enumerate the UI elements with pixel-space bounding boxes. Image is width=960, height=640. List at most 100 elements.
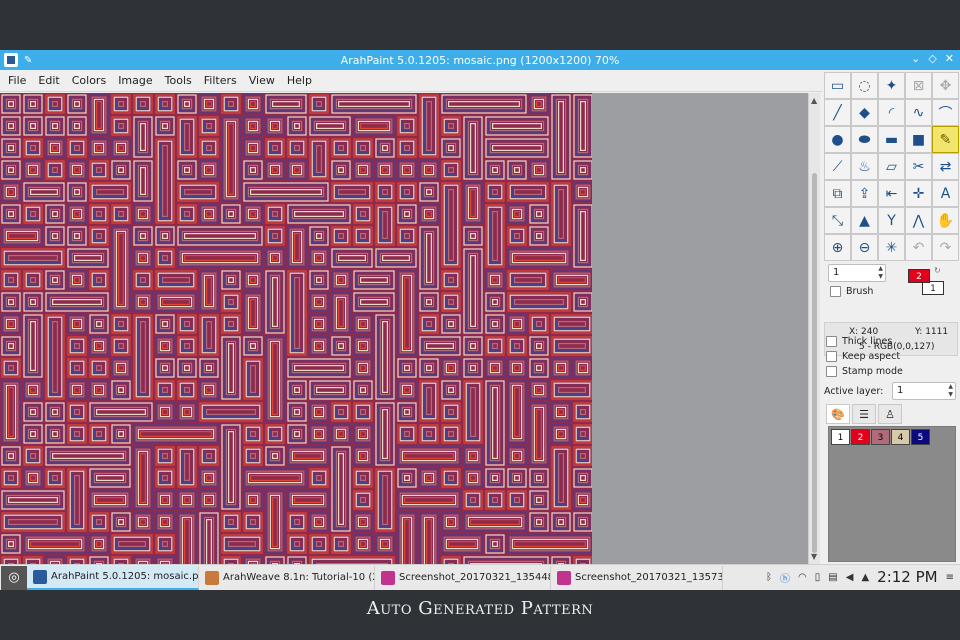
center-tool-icon[interactable]: ✛ — [905, 180, 932, 207]
symmetry-tool-icon[interactable]: Y — [878, 207, 905, 234]
crop-tool-icon[interactable]: ⊠ — [905, 72, 932, 99]
menu-image[interactable]: Image — [112, 74, 158, 87]
compass-tool-icon[interactable]: ⋀ — [905, 207, 932, 234]
brush-label: Brush — [846, 286, 874, 297]
thick-lines-checkbox[interactable] — [826, 336, 837, 347]
redo-tool-icon[interactable]: ↷ — [932, 234, 959, 261]
pencil-tool-icon[interactable]: ✎ — [932, 126, 959, 153]
bezier-tool-icon[interactable]: ⌒ — [932, 99, 959, 126]
mirror-tool-icon[interactable]: ⧉ — [824, 180, 851, 207]
layer-spin-arrows-icon[interactable]: ▲ ▼ — [948, 383, 953, 399]
magic-wand-tool-icon[interactable]: ✦ — [878, 72, 905, 99]
scroll-thumb[interactable] — [812, 173, 817, 553]
task-label: ArahWeave 8.1n: Tutorial-10 (200... — [223, 572, 374, 583]
palette-color-5[interactable]: 5 — [911, 429, 930, 445]
menu-colors[interactable]: Colors — [66, 74, 112, 87]
background-color[interactable]: 1 — [922, 281, 944, 295]
zoom-out-tool-icon[interactable]: ⊖ — [851, 234, 878, 261]
line-tool-icon[interactable]: ╱ — [824, 99, 851, 126]
tool-panel: ▭ ◌ ✦ ⊠ ✥ ╱ ◆ ◜ ∿ ⌒ ● ⬬ ▬ ■ ✎ ⟋ ♨ ▱ ✂ ⇄ ⧉ ⇪ ⇤ ✛ A ⤡ ▲ Y ⋀ ✋ ⊕ ⊖ ✳ ↶ ↷ 1 ▲ ▼… — [822, 70, 960, 564]
active-layer-spinbox[interactable]: 1 ▲ ▼ — [892, 382, 956, 400]
active-layer-value: 1 — [897, 385, 904, 396]
taskbar-task[interactable]: ArahPaint 5.0.1205: mosaic.png ... — [27, 565, 199, 590]
scissors-tool-icon[interactable]: ✂ — [905, 153, 932, 180]
palette-color-3[interactable]: 3 — [871, 429, 890, 445]
title-bar[interactable]: ✎ ArahPaint 5.0.1205: mosaic.png (1200x1… — [0, 50, 960, 70]
text-tool-a-icon[interactable]: ⇪ — [851, 180, 878, 207]
taskbar-task[interactable]: ArahWeave 8.1n: Tutorial-10 (200... — [199, 565, 375, 590]
volume-icon[interactable]: ◀ — [846, 572, 854, 583]
taskbar-task[interactable]: Screenshot_20170321_135448.p... — [375, 565, 551, 590]
palette-color-1[interactable]: 1 — [831, 429, 850, 445]
keep-aspect-checkbox[interactable] — [826, 351, 837, 362]
bluetooth-icon[interactable]: ᛒ — [766, 572, 772, 583]
menu-filters[interactable]: Filters — [198, 74, 243, 87]
move-left-tool-icon[interactable]: ⇤ — [878, 180, 905, 207]
battery-icon[interactable]: ▯ — [815, 572, 821, 583]
move-tool-icon[interactable]: ✥ — [932, 72, 959, 99]
resize-tool-icon[interactable]: ⤡ — [824, 207, 851, 234]
clock[interactable]: 2:12 PM — [877, 568, 937, 586]
tab-stamp-icon[interactable]: ♙ — [878, 404, 902, 424]
replace-color-tool-icon[interactable]: ⇄ — [932, 153, 959, 180]
clipboard-icon[interactable]: ▤ — [828, 572, 837, 583]
palette-color-4[interactable]: 4 — [891, 429, 910, 445]
spin-arrows-icon[interactable]: ▲ ▼ — [878, 265, 883, 281]
brush-size-spinbox[interactable]: 1 ▲ ▼ — [828, 264, 886, 282]
active-layer-label: Active layer: — [824, 386, 884, 397]
stamp-mode-option[interactable]: Stamp mode — [826, 366, 903, 377]
swap-colors-icon[interactable]: ↻ — [934, 266, 941, 275]
taskbar-task[interactable]: Screenshot_20170321_135731.p... — [551, 565, 723, 590]
canvas-viewport[interactable] — [0, 93, 808, 564]
minimize-icon[interactable]: ⌄ — [911, 52, 920, 65]
brush-option[interactable]: Brush — [830, 286, 873, 297]
menu-file[interactable]: File — [2, 74, 32, 87]
menu-tools[interactable]: Tools — [159, 74, 198, 87]
arc-tool-icon[interactable]: ◜ — [878, 99, 905, 126]
wifi-icon[interactable]: ◠ — [798, 572, 807, 583]
start-menu-icon[interactable]: ◎ — [1, 565, 27, 590]
task-app-icon — [557, 570, 571, 585]
foreground-color[interactable]: 2 — [908, 269, 930, 283]
fill-tool-icon[interactable]: ◆ — [851, 99, 878, 126]
lasso-select-tool-icon[interactable]: ◌ — [851, 72, 878, 99]
tool-grid: ▭ ◌ ✦ ⊠ ✥ ╱ ◆ ◜ ∿ ⌒ ● ⬬ ▬ ■ ✎ ⟋ ♨ ▱ ✂ ⇄ ⧉ ⇪ ⇤ ✛ A ⤡ ▲ Y ⋀ ✋ ⊕ ⊖ ✳ ↶ ↷ — [824, 72, 960, 261]
close-icon[interactable]: ✕ — [945, 52, 954, 65]
task-label: ArahPaint 5.0.1205: mosaic.png ... — [51, 571, 199, 582]
ellipse-fill-tool-icon[interactable]: ● — [824, 126, 851, 153]
keep-aspect-option[interactable]: Keep aspect — [826, 351, 900, 362]
task-label: Screenshot_20170321_135731.p... — [575, 572, 723, 583]
tab-layers-icon[interactable]: ☰ — [852, 404, 876, 424]
hp-icon[interactable]: ⓗ — [780, 570, 790, 585]
brush-tool-icon[interactable]: ♨ — [851, 153, 878, 180]
hand-tool-icon[interactable]: ✋ — [932, 207, 959, 234]
thick-lines-option[interactable]: Thick lines — [826, 336, 892, 347]
scroll-down-icon[interactable]: ▼ — [811, 552, 817, 561]
curve-tool-icon[interactable]: ∿ — [905, 99, 932, 126]
menu-view[interactable]: View — [243, 74, 281, 87]
eyedropper-tool-icon[interactable]: ⟋ — [824, 153, 851, 180]
stamp-mode-checkbox[interactable] — [826, 366, 837, 377]
scroll-up-icon[interactable]: ▲ — [811, 96, 817, 105]
zoom-in-tool-icon[interactable]: ⊕ — [824, 234, 851, 261]
fit-tool-icon[interactable]: ✳ — [878, 234, 905, 261]
vertical-scrollbar[interactable]: ▲ ▼ — [808, 93, 820, 564]
menu-icon[interactable]: ≡ — [946, 572, 954, 583]
rect-fill-tool-icon[interactable]: ▬ — [878, 126, 905, 153]
palette-color-2[interactable]: 2 — [851, 429, 870, 445]
text-tool-icon[interactable]: A — [932, 180, 959, 207]
arrow-up-icon[interactable]: ▲ — [861, 572, 869, 583]
tab-palette-icon[interactable]: 🎨 — [826, 404, 850, 424]
caption: Auto Generated Pattern — [366, 598, 594, 619]
mosaic-image[interactable] — [0, 93, 592, 564]
undo-tool-icon[interactable]: ↶ — [905, 234, 932, 261]
perspective-tool-icon[interactable]: ▲ — [851, 207, 878, 234]
menu-edit[interactable]: Edit — [32, 74, 65, 87]
eraser-tool-icon[interactable]: ▱ — [878, 153, 905, 180]
menu-help[interactable]: Help — [281, 74, 318, 87]
rect-select-tool-icon[interactable]: ▭ — [824, 72, 851, 99]
maximize-icon[interactable]: ◇ — [928, 52, 936, 65]
oval-tool-icon[interactable]: ⬬ — [851, 126, 878, 153]
brush-checkbox[interactable] — [830, 286, 841, 297]
square-tool-icon[interactable]: ■ — [905, 126, 932, 153]
